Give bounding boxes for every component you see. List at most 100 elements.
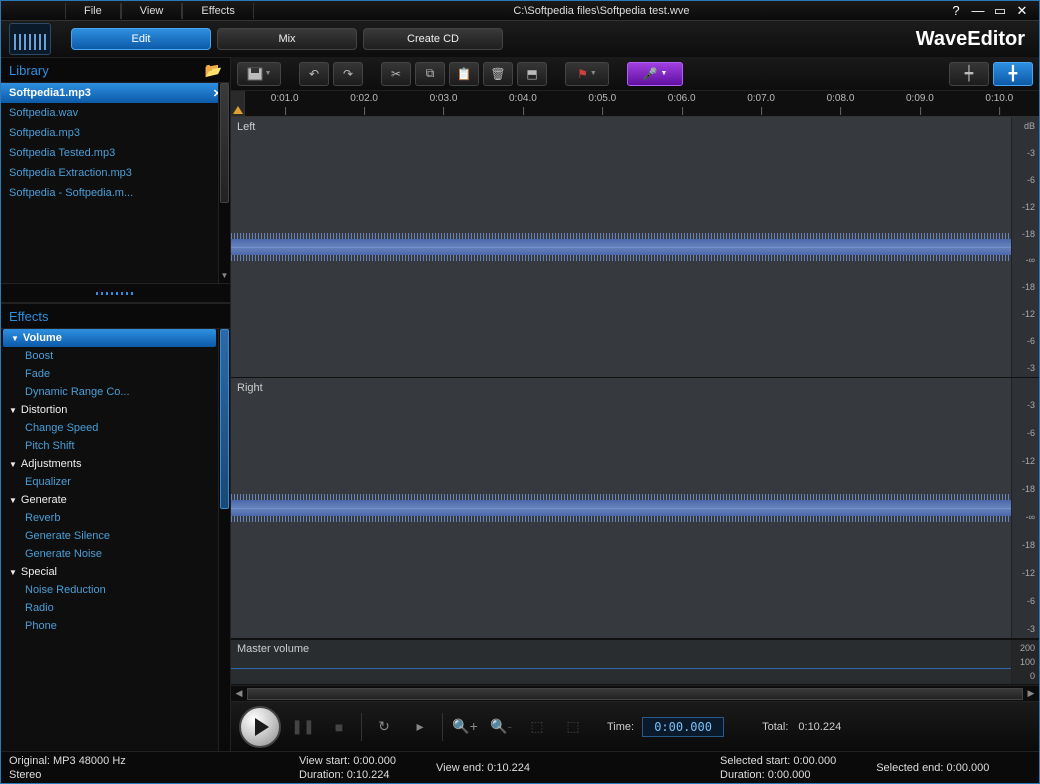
menu-view[interactable]: View: [121, 3, 183, 19]
volume-envelope[interactable]: [231, 668, 1011, 669]
waveform: [231, 500, 1011, 516]
effects-list: ▼VolumeBoostFadeDynamic Range Co...▼Dist…: [1, 329, 230, 751]
effect-item[interactable]: Pitch Shift: [1, 437, 218, 455]
menu-effects[interactable]: Effects: [182, 3, 253, 19]
effect-item[interactable]: Phone: [1, 617, 218, 635]
crop-button[interactable]: ⬒: [517, 62, 547, 86]
library-header: Library 📂: [1, 57, 230, 83]
effect-category[interactable]: ▼Adjustments: [1, 455, 218, 473]
effect-category[interactable]: ▼Distortion: [1, 401, 218, 419]
record-button[interactable]: 🎤▼: [627, 62, 683, 86]
scrollbar-thumb[interactable]: [220, 83, 229, 203]
ruler-tick: 0:08.0: [827, 93, 855, 104]
effect-item[interactable]: Generate Silence: [1, 527, 218, 545]
tab-edit[interactable]: Edit: [71, 28, 211, 50]
menu-file[interactable]: File: [65, 3, 121, 19]
zoom-out-button[interactable]: 🔍-: [487, 713, 515, 741]
status-duration: Duration: 0:10.224: [299, 768, 396, 782]
scrollbar-thumb[interactable]: [220, 329, 229, 509]
zoom-selection-button[interactable]: ⬚: [523, 713, 551, 741]
effect-item[interactable]: Reverb: [1, 509, 218, 527]
effects-scrollbar[interactable]: [218, 329, 230, 751]
transport-bar: ❚❚■↻▸🔍+🔍-⬚⬚ Time: 0:00.000 Total: 0:10.2…: [231, 701, 1039, 751]
play-button[interactable]: [239, 706, 281, 748]
library-item-label: Softpedia1.mp3: [9, 87, 91, 99]
effect-category[interactable]: ▼Volume: [3, 329, 216, 347]
timeline-ruler[interactable]: 0:01.00:02.00:03.00:04.00:05.00:06.00:07…: [231, 91, 1039, 117]
open-folder-icon[interactable]: 📂: [205, 62, 222, 79]
play-selection-button[interactable]: ▸: [406, 713, 434, 741]
scroll-left-icon[interactable]: ◀: [231, 688, 247, 699]
effect-item[interactable]: Dynamic Range Co...: [1, 383, 218, 401]
channel-label: Right: [237, 382, 263, 394]
library-item[interactable]: Softpedia Extraction.mp3: [1, 163, 230, 183]
header-bar: Edit Mix Create CD WaveEditor: [1, 21, 1039, 57]
effect-item[interactable]: Radio: [1, 599, 218, 617]
library-item[interactable]: Softpedia.mp3: [1, 123, 230, 143]
effect-item[interactable]: Change Speed: [1, 419, 218, 437]
chevron-down-icon: ▼: [9, 568, 17, 577]
effect-category[interactable]: ▼Generate: [1, 491, 218, 509]
loop-button[interactable]: ↻: [370, 713, 398, 741]
horizontal-scrollbar[interactable]: ◀ ▶: [231, 685, 1039, 701]
chevron-down-icon: ▼: [9, 496, 17, 505]
close-button[interactable]: ✕: [1015, 3, 1029, 19]
maximize-button[interactable]: ▭: [993, 3, 1007, 19]
master-volume-label: Master volume: [237, 643, 309, 655]
chevron-down-icon: ▼: [9, 460, 17, 469]
library-item[interactable]: Softpedia1.mp3 ✕: [1, 83, 230, 103]
undo-button[interactable]: ↶: [299, 62, 329, 86]
stop-button[interactable]: ■: [325, 713, 353, 741]
total-value: 0:10.224: [798, 721, 841, 733]
library-item[interactable]: Softpedia Tested.mp3: [1, 143, 230, 163]
ruler-tick: 0:03.0: [430, 93, 458, 104]
copy-button[interactable]: ⧉: [415, 62, 445, 86]
waveform-right-channel[interactable]: Right -3-6-12-18-∞-18-12-6-3: [231, 378, 1039, 639]
time-display[interactable]: 0:00.000: [642, 717, 724, 737]
content-area: ▼ ↶ ↷ ✂ ⧉ 📋 🗑 ⬒ ⚑▼ 🎤▼ ┿ ╋ 0:01.00:02.00:…: [231, 57, 1039, 751]
effect-item[interactable]: Equalizer: [1, 473, 218, 491]
status-original: Original: MP3 48000 Hz: [9, 754, 259, 768]
tab-create-cd[interactable]: Create CD: [363, 28, 503, 50]
scroll-right-icon[interactable]: ▶: [1023, 688, 1039, 699]
ruler-tick: 0:04.0: [509, 93, 537, 104]
chevron-down-icon: ▼: [9, 406, 17, 415]
status-duration: Duration: 0:00.000: [720, 768, 836, 782]
effect-item[interactable]: Fade: [1, 365, 218, 383]
marker-button[interactable]: ⚑▼: [565, 62, 609, 86]
zoom-fit-button[interactable]: ⬚: [559, 713, 587, 741]
help-button[interactable]: ?: [949, 3, 963, 19]
menu-bar: File View Effects C:\Softpedia files\Sof…: [1, 1, 1039, 21]
status-bar: Original: MP3 48000 Hz Stereo View start…: [1, 751, 1039, 783]
delete-button[interactable]: 🗑: [483, 62, 513, 86]
scroll-down-icon[interactable]: ▼: [219, 271, 230, 283]
waveform: [231, 239, 1011, 255]
master-volume-track[interactable]: Master volume 2001000: [231, 639, 1039, 685]
cut-button[interactable]: ✂: [381, 62, 411, 86]
status-selected-start: Selected start: 0:00.000: [720, 754, 836, 768]
spectral-view-button[interactable]: ╋: [993, 62, 1033, 86]
volume-scale: 2001000: [1011, 640, 1039, 684]
panel-splitter[interactable]: [1, 283, 230, 303]
waveform-left-channel[interactable]: Left dB-3-6-12-18-∞-18-12-6-3: [231, 117, 1039, 378]
playhead-marker-icon[interactable]: [231, 91, 245, 116]
effect-item[interactable]: Generate Noise: [1, 545, 218, 563]
effects-title: Effects: [9, 309, 49, 324]
library-scrollbar[interactable]: ▲ ▼: [218, 83, 230, 283]
effect-item[interactable]: Noise Reduction: [1, 581, 218, 599]
paste-button[interactable]: 📋: [449, 62, 479, 86]
ruler-tick: 0:06.0: [668, 93, 696, 104]
effect-item[interactable]: Boost: [1, 347, 218, 365]
scrollbar-thumb[interactable]: [247, 688, 1023, 700]
library-item[interactable]: Softpedia.wav: [1, 103, 230, 123]
ruler-tick: 0:07.0: [747, 93, 775, 104]
redo-button[interactable]: ↷: [333, 62, 363, 86]
tab-mix[interactable]: Mix: [217, 28, 357, 50]
effect-category[interactable]: ▼Special: [1, 563, 218, 581]
waveform-view-button[interactable]: ┿: [949, 62, 989, 86]
zoom-in-button[interactable]: 🔍+: [451, 713, 479, 741]
save-button[interactable]: ▼: [237, 62, 281, 86]
minimize-button[interactable]: —: [971, 3, 985, 19]
pause-button[interactable]: ❚❚: [289, 713, 317, 741]
library-item[interactable]: Softpedia - Softpedia.m...: [1, 183, 230, 203]
